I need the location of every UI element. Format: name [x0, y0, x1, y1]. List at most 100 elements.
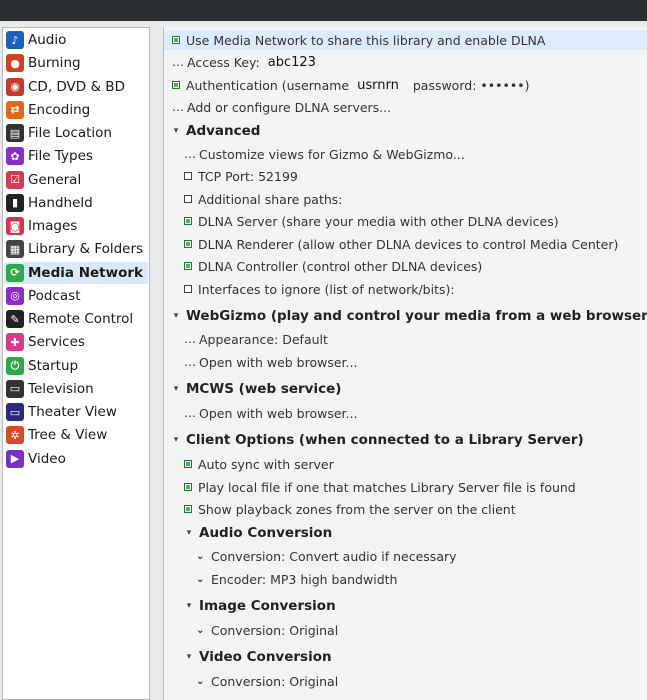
- setting-dropdown-row[interactable]: ⌄ Encoder: MP3 high bandwidth: [196, 569, 397, 589]
- setting-checkbox-row[interactable]: DLNA Server (share your media with other…: [184, 211, 559, 231]
- sidebar-item-cd-dvd-bd[interactable]: ◉ CD, DVD & BD: [4, 76, 148, 98]
- setting-label: Open with web browser...: [199, 405, 358, 421]
- collapse-toggle-icon[interactable]: ▾: [170, 435, 182, 445]
- sidebar-item-encoding[interactable]: ⇄ Encoding: [4, 99, 148, 121]
- handheld-icon: ▮: [6, 193, 24, 212]
- disc-icon: ◉: [6, 77, 24, 96]
- section-header[interactable]: ▾ Client Options (when connected to a Lib…: [170, 430, 584, 450]
- sidebar-item-label: Video: [28, 450, 66, 467]
- section-header[interactable]: ▾ WebGizmo (play and control your media f…: [170, 306, 647, 326]
- setting-action-row[interactable]: … Appearance: Default: [184, 329, 328, 349]
- setting-label: TCP Port: 52199: [198, 168, 298, 184]
- section-header[interactable]: ▾ Image Conversion: [183, 596, 336, 616]
- setting-dropdown-row[interactable]: ⌄ Conversion: Original: [196, 620, 338, 640]
- setting-checkbox-row[interactable]: Auto sync with server: [184, 454, 334, 474]
- ellipsis-icon: …: [184, 147, 196, 161]
- chevron-down-icon[interactable]: ⌄: [196, 676, 206, 687]
- setting-option-row[interactable]: Additional share paths:: [184, 189, 343, 209]
- sidebar-item-television[interactable]: ▭ Television: [4, 378, 148, 400]
- setting-label: Use Media Network to share this library …: [186, 32, 546, 48]
- access-key-value[interactable]: abc123: [268, 55, 316, 70]
- setting-checkbox-row[interactable]: Play local file if one that matches Libr…: [184, 477, 576, 497]
- options-panel: ♪ Audio ● Burning ◉ CD, DVD & BD ⇄ Encoding ▤ Fil…: [0, 21, 647, 700]
- setting-option-row[interactable]: TCP Port: 52199: [184, 166, 298, 186]
- setting-checkbox-row[interactable]: DLNA Renderer (allow other DLNA devices …: [184, 234, 618, 254]
- sidebar-item-general[interactable]: ☑ General: [4, 169, 148, 191]
- setting-label: Authentication (username: [186, 77, 350, 93]
- section-header[interactable]: ▾ MCWS (web service): [170, 379, 342, 399]
- setting-label: Encoder: MP3 high bandwidth: [211, 571, 398, 587]
- setting-dropdown-row[interactable]: ⌄ Conversion: Convert audio if necessary: [196, 546, 457, 566]
- setting-action-row[interactable]: … Customize views for Gizmo & WebGizmo...: [184, 144, 465, 164]
- sidebar-item-file-types[interactable]: ✿ File Types: [4, 145, 148, 167]
- checkbox-checked-icon[interactable]: [184, 505, 192, 513]
- sidebar-item-media-network[interactable]: ⟳ Media Network: [4, 261, 148, 284]
- sidebar-item-label: Remote Control: [28, 311, 134, 327]
- sidebar-item-label: Tree & View: [28, 427, 108, 444]
- sidebar-item-label: General: [28, 171, 82, 188]
- section-header[interactable]: ▾ Advanced: [170, 121, 261, 141]
- setting-checkbox-row[interactable]: Show playback zones from the server on t…: [184, 499, 516, 519]
- sidebar-item-theater-view[interactable]: ▭ Theater View: [4, 401, 148, 423]
- sidebar-item-file-location[interactable]: ▤ File Location: [4, 122, 148, 144]
- sidebar-item-images[interactable]: ◙ Images: [4, 215, 148, 237]
- sidebar-item-podcast[interactable]: ◎ Podcast: [4, 285, 148, 307]
- collapse-toggle-icon[interactable]: ▾: [183, 652, 195, 662]
- sidebar-item-library-folders[interactable]: ▦ Library & Folders: [4, 238, 148, 260]
- chevron-down-icon[interactable]: ⌄: [196, 551, 206, 562]
- setting-label: Audio Conversion: [199, 525, 333, 541]
- username-value[interactable]: usrnrn: [357, 78, 399, 93]
- collapse-toggle-icon[interactable]: ▾: [183, 601, 195, 611]
- collapse-toggle-icon[interactable]: ▾: [170, 126, 182, 136]
- audio-icon: ♪: [6, 31, 24, 49]
- setting-checkbox-row[interactable]: Use Media Network to share this library …: [164, 30, 647, 50]
- chevron-down-icon[interactable]: ⌄: [196, 625, 206, 636]
- setting-action-row[interactable]: … Open with web browser...: [184, 352, 357, 372]
- collapse-toggle-icon[interactable]: ▾: [170, 311, 182, 321]
- password-value[interactable]: ••••••): [480, 78, 529, 93]
- remote-control-icon: ✎: [6, 310, 24, 328]
- access-key-field[interactable]: … Access Key: abc123: [172, 52, 316, 72]
- setting-checkbox-row[interactable]: DLNA Controller (control other DLNA devi…: [184, 256, 482, 276]
- sidebar-item-tree-view[interactable]: ✲ Tree & View: [4, 424, 148, 446]
- sidebar-item-remote-control[interactable]: ✎ Remote Control: [4, 308, 148, 330]
- section-header[interactable]: ▾ Video Conversion: [183, 647, 332, 667]
- chevron-down-icon[interactable]: ⌄: [196, 574, 206, 585]
- library-icon: ▦: [6, 240, 24, 259]
- collapse-toggle-icon[interactable]: ▾: [170, 384, 182, 394]
- checkbox-checked-icon[interactable]: [184, 483, 192, 491]
- checkbox-checked-icon[interactable]: [184, 460, 192, 468]
- collapse-toggle-icon[interactable]: ▾: [183, 528, 195, 538]
- checkbox-checked-icon[interactable]: [184, 240, 192, 248]
- option-box-icon: [184, 195, 192, 203]
- sidebar-item-video[interactable]: ▶ Video: [4, 448, 148, 470]
- checkbox-checked-icon[interactable]: [172, 36, 180, 44]
- sidebar-item-label: Audio: [28, 32, 67, 48]
- checkbox-checked-icon[interactable]: [184, 217, 192, 225]
- video-icon: ▶: [6, 449, 24, 468]
- setting-action-row[interactable]: … Open with web browser...: [184, 403, 357, 423]
- setting-label: DLNA Renderer (allow other DLNA devices …: [198, 236, 619, 252]
- services-icon: ✚: [6, 333, 24, 352]
- setting-action-row[interactable]: … Add or configure DLNA servers...: [172, 97, 391, 117]
- checkbox-checked-icon[interactable]: [184, 262, 192, 270]
- setting-label: Appearance: Default: [199, 331, 328, 347]
- sidebar-item-startup[interactable]: ⏻ Startup: [4, 355, 148, 377]
- setting-label: Auto sync with server: [198, 456, 334, 472]
- sidebar-item-burning[interactable]: ● Burning: [4, 52, 148, 74]
- option-box-icon: [184, 172, 192, 180]
- sidebar-item-audio[interactable]: ♪ Audio: [4, 29, 148, 51]
- file-location-icon: ▤: [6, 124, 24, 142]
- sidebar-item-handheld[interactable]: ▮ Handheld: [4, 192, 148, 214]
- encoding-icon: ⇄: [6, 100, 24, 119]
- checkbox-checked-icon[interactable]: [172, 81, 180, 89]
- setting-option-row[interactable]: Interfaces to ignore (list of network/bi…: [184, 279, 455, 299]
- setting-label: Show playback zones from the server on t…: [198, 501, 516, 517]
- sidebar-item-services[interactable]: ✚ Services: [4, 331, 148, 353]
- section-header[interactable]: ▾ Audio Conversion: [183, 523, 333, 543]
- window-titlebar: [0, 0, 647, 21]
- setting-label: Conversion: Original: [211, 673, 339, 689]
- setting-dropdown-row[interactable]: ⌄ Conversion: Original: [196, 671, 338, 691]
- authentication-row[interactable]: Authentication (username usrnrn password: •…: [172, 75, 530, 95]
- ellipsis-icon: …: [184, 355, 196, 369]
